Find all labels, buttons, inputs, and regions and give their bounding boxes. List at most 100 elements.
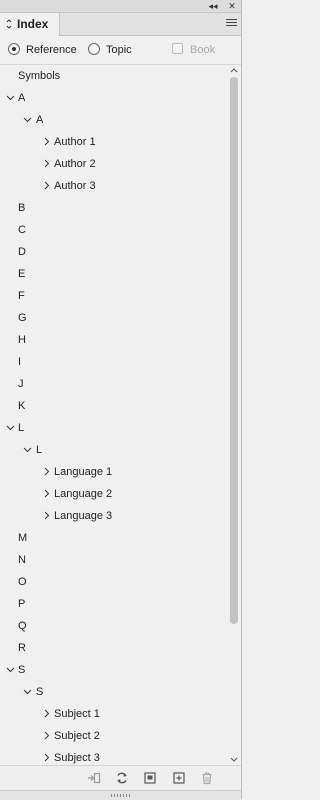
tree-row-label: Symbols	[18, 70, 61, 82]
index-panel: ◂◂ ✕ Index Reference Topic Book Symbols A…	[0, 0, 242, 800]
tree-row-label: Author 3	[54, 180, 96, 192]
expanded-chevron-icon[interactable]	[6, 93, 15, 102]
tree-row-label: A	[36, 114, 44, 126]
tree-row[interactable]: Subject 3	[0, 747, 227, 765]
tree-row[interactable]: A	[0, 109, 227, 131]
tree-row-label: S	[18, 664, 26, 676]
tree-row[interactable]: P	[0, 593, 227, 615]
updown-chevron-icon	[6, 19, 12, 29]
tree-scrollbar[interactable]	[227, 65, 241, 765]
expanded-chevron-icon[interactable]	[23, 687, 32, 696]
expanded-chevron-icon[interactable]	[23, 115, 32, 124]
tab-index[interactable]: Index	[0, 13, 60, 36]
generate-index-icon[interactable]	[143, 771, 157, 785]
tree-row-label: S	[36, 686, 44, 698]
tree-row[interactable]: J	[0, 373, 227, 395]
topic-radio[interactable]	[88, 43, 100, 55]
tree-row-label: Author 1	[54, 136, 96, 148]
index-tree[interactable]: Symbols A A Author 1 Author 2 Author 3 BCDEFGH…	[0, 65, 227, 765]
tree-row-label: Language 1	[54, 466, 113, 478]
tree-row-label: G	[18, 312, 27, 324]
expanded-chevron-icon[interactable]	[6, 665, 15, 674]
tree-row[interactable]: Author 1	[0, 131, 227, 153]
tree-row[interactable]: Language 2	[0, 483, 227, 505]
tree-row-label: N	[18, 554, 26, 566]
tree-row-label: J	[18, 378, 24, 390]
tree-row[interactable]: Subject 2	[0, 725, 227, 747]
tree-row[interactable]: Q	[0, 615, 227, 637]
tree-row-label: O	[18, 576, 27, 588]
tree-row[interactable]: R	[0, 637, 227, 659]
reference-label: Reference	[26, 44, 77, 56]
tree-row-label: D	[18, 246, 26, 258]
book-label: Book	[190, 44, 216, 56]
tree-row-label: K	[18, 400, 26, 412]
tree-row[interactable]: D	[0, 241, 227, 263]
tree-row[interactable]: G	[0, 307, 227, 329]
tree-row[interactable]: O	[0, 571, 227, 593]
tree-row-label: Subject 3	[54, 752, 100, 764]
create-new-entry-icon[interactable]	[172, 771, 186, 785]
tree-row[interactable]: M	[0, 527, 227, 549]
tree-row[interactable]: L	[0, 439, 227, 461]
tree-row[interactable]: I	[0, 351, 227, 373]
tree-row[interactable]: S	[0, 659, 227, 681]
expanded-chevron-icon[interactable]	[23, 445, 32, 454]
tab-title: Index	[17, 17, 49, 31]
tree-row[interactable]: F	[0, 285, 227, 307]
close-panel-icon[interactable]: ✕	[225, 0, 239, 12]
collapsed-chevron-icon[interactable]	[42, 181, 51, 190]
tree-row[interactable]: K	[0, 395, 227, 417]
tree-row[interactable]: B	[0, 197, 227, 219]
tree-row[interactable]: Author 3	[0, 175, 227, 197]
scroll-up-icon[interactable]	[230, 67, 238, 73]
tree-row-label: L	[36, 444, 43, 456]
tree-row-label: E	[18, 268, 26, 280]
scrollbar-thumb[interactable]	[230, 77, 238, 624]
reference-radio[interactable]	[8, 43, 20, 55]
tree-row-label: A	[18, 92, 26, 104]
tree-row-label: Language 2	[54, 488, 113, 500]
tree-row[interactable]: Symbols	[0, 65, 227, 87]
tree-row[interactable]: H	[0, 329, 227, 351]
collapsed-chevron-icon[interactable]	[42, 753, 51, 762]
tree-row-label: F	[18, 290, 25, 302]
tree-row-label: Q	[18, 620, 27, 632]
display-mode-options: Reference Topic Book	[0, 36, 241, 65]
panel-tab-bar: Index	[0, 13, 241, 36]
scroll-down-icon[interactable]	[230, 757, 238, 763]
collapsed-chevron-icon[interactable]	[42, 709, 51, 718]
collapsed-chevron-icon[interactable]	[42, 511, 51, 520]
grip-dots-icon	[111, 794, 130, 797]
tree-row[interactable]: N	[0, 549, 227, 571]
tree-row-label: P	[18, 598, 26, 610]
expanded-chevron-icon[interactable]	[6, 423, 15, 432]
collapsed-chevron-icon[interactable]	[42, 467, 51, 476]
topic-label: Topic	[106, 44, 132, 56]
tree-row[interactable]: C	[0, 219, 227, 241]
go-to-selected-marker-icon[interactable]	[87, 771, 101, 785]
panel-toolbar	[0, 765, 241, 790]
collapsed-chevron-icon[interactable]	[42, 489, 51, 498]
collapsed-chevron-icon[interactable]	[42, 137, 51, 146]
tree-row[interactable]: A	[0, 87, 227, 109]
book-checkbox[interactable]	[172, 43, 183, 54]
tree-row[interactable]: Subject 1	[0, 703, 227, 725]
tree-row-label: R	[18, 642, 26, 654]
delete-entry-icon[interactable]	[200, 771, 214, 785]
tree-row-label: I	[18, 356, 22, 368]
collapsed-chevron-icon[interactable]	[42, 731, 51, 740]
tree-row-label: L	[18, 422, 25, 434]
tree-row[interactable]: Author 2	[0, 153, 227, 175]
tree-row[interactable]: S	[0, 681, 227, 703]
collapsed-chevron-icon[interactable]	[42, 159, 51, 168]
tree-row[interactable]: L	[0, 417, 227, 439]
collapse-panel-icon[interactable]: ◂◂	[206, 0, 220, 12]
tree-row-label: B	[18, 202, 26, 214]
update-preview-icon[interactable]	[115, 771, 129, 785]
panel-menu-icon[interactable]	[226, 19, 237, 29]
tree-row-label: M	[18, 532, 28, 544]
tree-row[interactable]: Language 1	[0, 461, 227, 483]
tree-row[interactable]: E	[0, 263, 227, 285]
tree-row[interactable]: Language 3	[0, 505, 227, 527]
